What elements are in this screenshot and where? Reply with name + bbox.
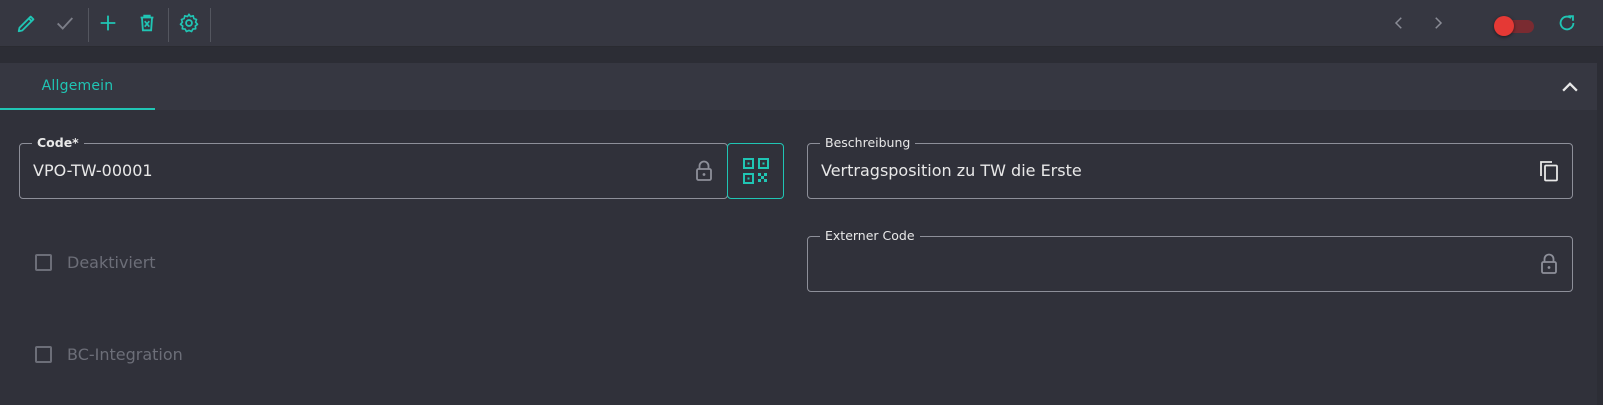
deaktiviert-checkbox[interactable]	[35, 254, 52, 271]
lock-icon	[1538, 252, 1560, 276]
refresh-button[interactable]	[1552, 8, 1582, 38]
form-panel: Allgemein	[0, 63, 1597, 405]
check-icon	[57, 17, 74, 30]
tab-allgemein[interactable]: Allgemein	[0, 63, 155, 110]
copy-icon[interactable]	[1538, 159, 1560, 183]
edit-button[interactable]	[12, 8, 42, 38]
beschreibung-value: Vertragsposition zu TW die Erste	[821, 161, 1082, 180]
next-record-button[interactable]	[1423, 8, 1453, 38]
bc-integration-option[interactable]: BC-Integration	[35, 345, 183, 364]
toolbar-divider	[168, 8, 169, 42]
qr-code-button[interactable]	[727, 143, 784, 199]
chevron-right-icon	[1435, 17, 1443, 29]
tab-bar: Allgemein	[0, 63, 1597, 110]
collapse-button[interactable]	[1557, 74, 1583, 100]
gear-icon	[179, 13, 199, 33]
bc-integration-label: BC-Integration	[67, 345, 183, 364]
toolbar-divider	[210, 8, 211, 42]
bc-integration-checkbox[interactable]	[35, 346, 52, 363]
toggle-thumb	[1494, 16, 1514, 36]
confirm-button[interactable]	[50, 8, 80, 38]
lock-icon	[693, 159, 715, 183]
pencil-icon	[17, 15, 35, 33]
chevron-left-icon	[1394, 17, 1402, 29]
beschreibung-field[interactable]: Beschreibung Vertragsposition zu TW die …	[807, 135, 1573, 199]
previous-record-button[interactable]	[1384, 8, 1414, 38]
add-button[interactable]	[93, 8, 123, 38]
code-value: VPO-TW-00001	[33, 161, 153, 180]
delete-button[interactable]	[132, 8, 162, 38]
toolbar	[0, 0, 1603, 47]
trash-icon	[140, 14, 154, 32]
code-field[interactable]: Code* VPO-TW-00001	[19, 135, 728, 199]
refresh-icon	[1559, 15, 1575, 31]
code-label: Code*	[32, 135, 84, 151]
toolbar-divider	[88, 8, 89, 42]
externer-code-field[interactable]: Externer Code	[807, 228, 1573, 292]
beschreibung-label: Beschreibung	[820, 135, 916, 151]
qr-code-icon	[742, 158, 769, 184]
settings-button[interactable]	[174, 8, 204, 38]
mode-toggle[interactable]	[1494, 16, 1536, 36]
deaktiviert-label: Deaktiviert	[67, 253, 156, 272]
plus-icon	[100, 15, 116, 31]
chevron-up-icon	[1562, 82, 1578, 92]
externer-code-label: Externer Code	[820, 228, 920, 244]
deaktiviert-option[interactable]: Deaktiviert	[35, 253, 156, 272]
